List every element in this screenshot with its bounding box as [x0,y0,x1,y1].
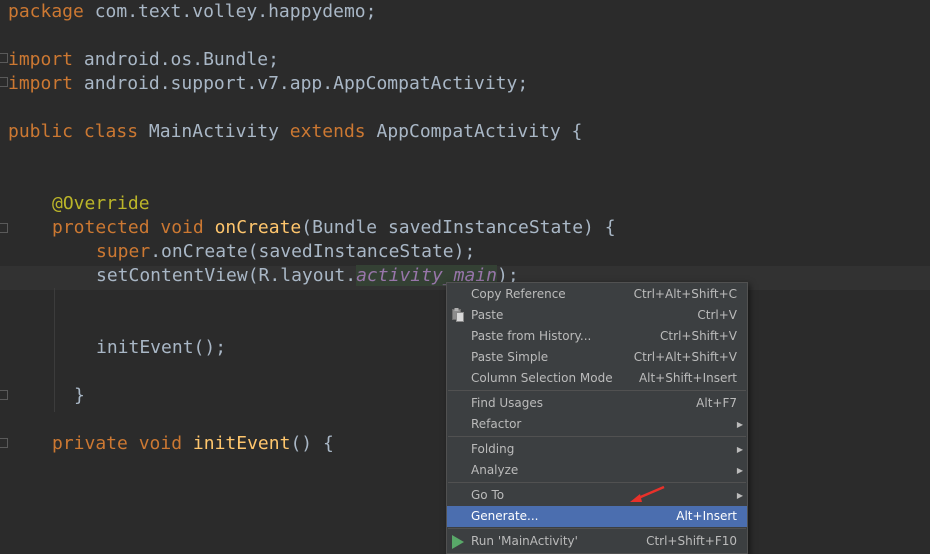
menu-separator [448,390,746,391]
code-line-oncreate: protected void onCreate(Bundle savedInst… [52,217,616,238]
code-line-initevent-decl: private void initEvent() { [52,433,334,454]
code-line-override: @Override [52,193,150,214]
menu-item-run-mainactivity[interactable]: Run 'MainActivity' Ctrl+Shift+F10 [447,531,747,552]
menu-item-analyze[interactable]: Analyze ▶ [447,460,747,481]
code-line-class-decl: public class MainActivity extends AppCom… [8,121,583,142]
submenu-arrow-icon: ▶ [736,420,743,429]
code-line-initevent-call: initEvent(); [96,337,227,358]
menu-separator [448,528,746,529]
fold-marker[interactable] [0,77,8,87]
menu-item-paste-simple[interactable]: Paste Simple Ctrl+Alt+Shift+V [447,347,747,368]
menu-separator [448,436,746,437]
menu-item-column-selection-mode[interactable]: Column Selection Mode Alt+Shift+Insert [447,368,747,389]
run-icon [452,535,464,549]
paste-icon [452,308,464,322]
menu-item-refactor[interactable]: Refactor ▶ [447,414,747,435]
indent-guide [54,288,55,412]
code-line-close-brace: } [74,385,85,406]
menu-item-generate[interactable]: Generate... Alt+Insert [447,506,747,527]
submenu-arrow-icon: ▶ [736,491,743,500]
menu-item-copy-reference[interactable]: Copy Reference Ctrl+Alt+Shift+C [447,284,747,305]
code-line-import-appcompat: import android.support.v7.app.AppCompatA… [8,73,529,94]
fold-marker[interactable] [0,390,8,400]
code-line-package: package com.text.volley.happydemo; [8,1,377,22]
code-line-super: super.onCreate(savedInstanceState); [96,241,476,262]
menu-item-go-to[interactable]: Go To ▶ [447,485,747,506]
submenu-arrow-icon: ▶ [736,466,743,475]
context-menu: Copy Reference Ctrl+Alt+Shift+C Paste Ctrl… [446,282,748,554]
menu-item-folding[interactable]: Folding ▶ [447,439,747,460]
menu-item-paste-from-history[interactable]: Paste from History... Ctrl+Shift+V [447,326,747,347]
fold-marker[interactable] [0,438,8,448]
submenu-arrow-icon: ▶ [736,445,743,454]
menu-item-paste[interactable]: Paste Ctrl+V [447,305,747,326]
fold-marker[interactable] [0,223,8,233]
fold-marker[interactable] [0,53,8,63]
menu-item-find-usages[interactable]: Find Usages Alt+F7 [447,393,747,414]
code-line-import-bundle: import android.os.Bundle; [8,49,279,70]
red-arrow-annotation [630,485,665,502]
menu-separator [448,482,746,483]
